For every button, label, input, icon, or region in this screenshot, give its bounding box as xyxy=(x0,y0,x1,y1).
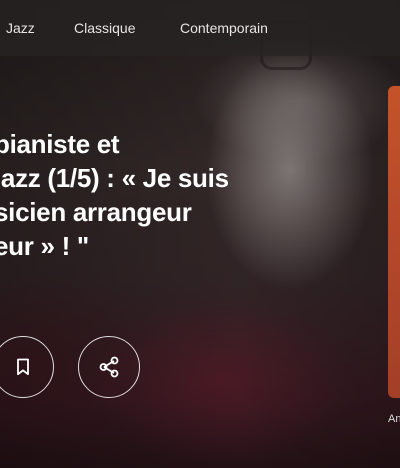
article-title-line: jazz (1/5) : « Je suis xyxy=(0,163,229,193)
bookmark-icon xyxy=(17,358,29,376)
category-nav: Jazz Classique Contemporain xyxy=(0,0,400,56)
article-title-line: pianiste et xyxy=(0,129,120,159)
article-title-line: eur » ! " xyxy=(0,231,89,261)
nav-item-jazz[interactable]: Jazz xyxy=(6,19,35,37)
share-button[interactable] xyxy=(78,336,140,398)
page: Jazz Classique Contemporain pianiste et … xyxy=(0,0,400,468)
nav-item-contemporain[interactable]: Contemporain xyxy=(180,19,268,37)
article-title[interactable]: pianiste et jazz (1/5) : « Je suis sicie… xyxy=(0,127,294,263)
share-icon xyxy=(99,356,119,378)
article-title-line: sicien arrangeur xyxy=(0,197,192,227)
next-card-label[interactable]: An xyxy=(388,412,400,426)
next-card-thumbnail[interactable] xyxy=(388,86,400,398)
nav-item-classique[interactable]: Classique xyxy=(74,19,135,37)
